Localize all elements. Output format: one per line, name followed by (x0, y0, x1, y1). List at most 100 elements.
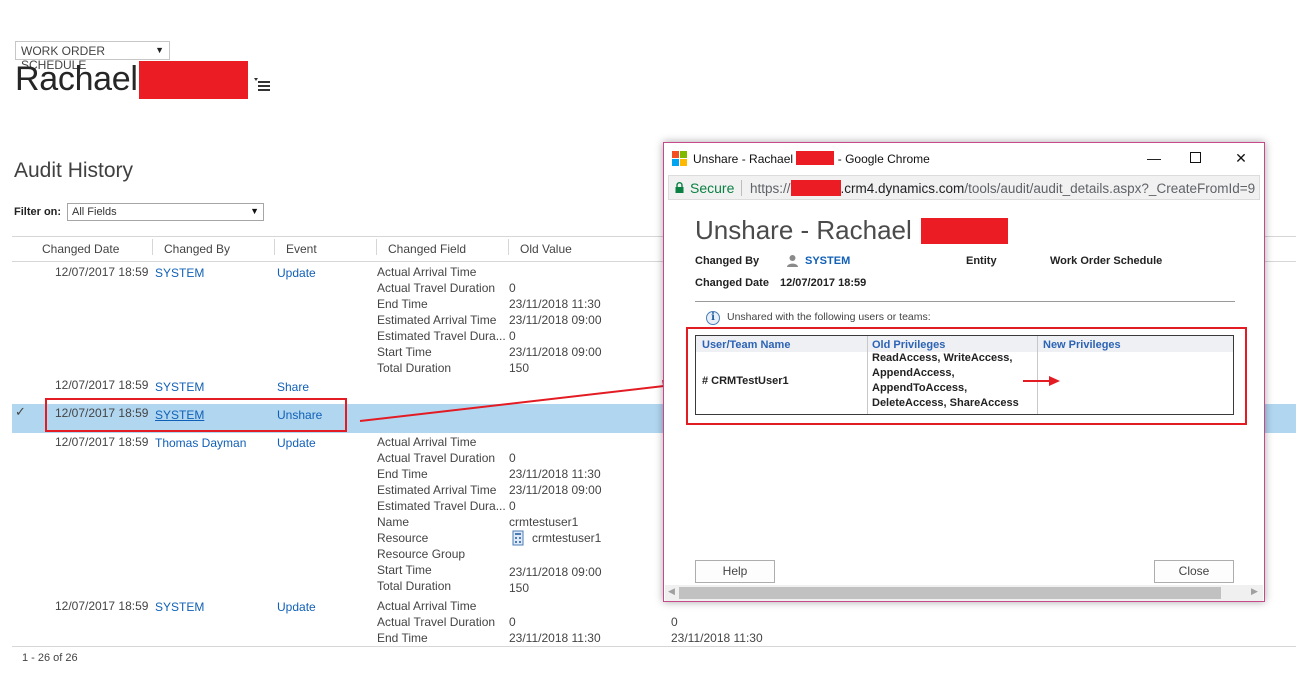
changed-date-label: Changed Date (695, 277, 769, 289)
column-separator (152, 239, 153, 255)
dialog-title: Unshare - Rachael (695, 215, 1009, 246)
row-event[interactable]: Share (277, 380, 309, 394)
info-text: Unshared with the following users or tea… (727, 311, 931, 323)
row-old-value: 23/11/2018 09:00 (509, 483, 602, 497)
row-date: 12/07/2017 18:59 (55, 599, 149, 613)
row-date: 12/07/2017 18:59 (55, 378, 149, 392)
url-scheme: https:// (750, 181, 791, 196)
row-event[interactable]: Update (277, 600, 316, 614)
row-field: Start Time (377, 563, 432, 577)
windows-logo-icon (672, 151, 687, 166)
row-field: End Time (377, 631, 428, 645)
url-path: /tools/audit/audit_details.aspx?_CreateF… (964, 181, 1256, 196)
filter-select[interactable]: All Fields ▼ (67, 203, 264, 221)
chevron-down-icon: ▼ (155, 45, 164, 55)
row-field: Actual Travel Duration (377, 451, 496, 465)
minimize-icon[interactable]: — (1144, 148, 1164, 168)
row-old-value: crmtestuser1 (532, 531, 602, 545)
audit-history-title: Audit History (14, 159, 134, 182)
scroll-right-icon[interactable]: ▶ (1251, 586, 1258, 597)
dialog-title-text: Unshare - Rachael (695, 215, 912, 245)
row-date: 12/07/2017 18:59 (55, 265, 149, 279)
redaction-block (790, 180, 841, 196)
close-button[interactable]: Close (1154, 560, 1234, 583)
url-text[interactable]: https:// .crm4.dynamics.com/tools/audit/a… (750, 180, 1260, 196)
row-field: Total Duration (377, 361, 452, 375)
address-separator (741, 180, 742, 196)
row-changed-by[interactable]: Thomas Dayman (155, 436, 246, 450)
row-field: Actual Arrival Time (377, 599, 477, 613)
record-name-text: Rachael (15, 60, 138, 98)
entity-value: Work Order Schedule (1050, 255, 1163, 267)
redaction-block (921, 218, 1009, 244)
row-field: Total Duration (377, 579, 452, 593)
redaction-block (139, 61, 248, 99)
changed-by-link[interactable]: SYSTEM (805, 255, 850, 267)
window-title-suffix: - Google Chrome (837, 152, 930, 166)
maximize-icon[interactable] (1185, 148, 1205, 168)
address-bar[interactable]: Secure https:// .crm4.dynamics.com/tools/… (668, 175, 1260, 200)
record-title: Rachael (15, 60, 138, 99)
paging-status: 1 - 26 of 26 (22, 652, 78, 664)
help-button[interactable]: Help (695, 560, 775, 583)
column-header-changed-by[interactable]: Changed By (164, 242, 230, 256)
row-field: Actual Arrival Time (377, 265, 477, 279)
row-event[interactable]: Update (277, 266, 316, 280)
record-menu-icon[interactable] (254, 78, 272, 92)
row-old-value: 0 (509, 329, 516, 343)
filter-label: Filter on: (14, 206, 62, 218)
row-old-value: 23/11/2018 11:30 (509, 631, 601, 645)
scroll-thumb[interactable] (679, 587, 1221, 599)
window-titlebar[interactable]: Unshare - Rachael - Google Chrome — ✕ (664, 143, 1264, 173)
column-header-event[interactable]: Event (286, 242, 317, 256)
row-field: Estimated Arrival Time (377, 483, 497, 497)
highlight-callout-box (686, 327, 1247, 425)
row-field: End Time (377, 297, 428, 311)
column-header-changed-field[interactable]: Changed Field (388, 242, 466, 256)
row-old-value: 23/11/2018 11:30 (509, 297, 601, 311)
row-old-value: 150 (509, 581, 530, 595)
close-icon[interactable]: ✕ (1231, 148, 1251, 168)
row-old-value: 23/11/2018 09:00 (509, 313, 602, 327)
user-icon (787, 255, 798, 267)
row-old-value: 0 (509, 615, 516, 629)
row-field: Actual Travel Duration (377, 615, 496, 629)
chevron-down-icon: ▼ (250, 206, 259, 216)
column-separator (376, 239, 377, 255)
dialog-divider (695, 301, 1235, 302)
row-changed-by[interactable]: SYSTEM (155, 266, 204, 280)
unshare-popup-window: Unshare - Rachael - Google Chrome — ✕ Se… (663, 142, 1265, 602)
row-field: Resource Group (377, 547, 466, 561)
filter-select-value: All Fields (72, 206, 117, 218)
row-field: Estimated Travel Dura... (377, 329, 506, 343)
row-new-value: 0 (671, 615, 678, 629)
column-header-old-value[interactable]: Old Value (520, 242, 572, 256)
row-changed-by[interactable]: SYSTEM (155, 600, 204, 614)
row-old-value: 23/11/2018 11:30 (509, 467, 601, 481)
annotation-arrow (1023, 376, 1060, 386)
changed-by-label: Changed By (695, 255, 760, 267)
row-old-value: 23/11/2018 09:00 (509, 565, 602, 579)
redaction-block (796, 151, 835, 165)
column-separator (274, 239, 275, 255)
row-old-value: 23/11/2018 09:00 (509, 345, 602, 359)
row-field: Start Time (377, 345, 432, 359)
column-header-changed-date[interactable]: Changed Date (42, 242, 119, 256)
row-field: End Time (377, 467, 428, 481)
row-old-value: 0 (509, 451, 516, 465)
window-title-prefix: Unshare - Rachael (693, 152, 794, 166)
row-old-value: 150 (509, 361, 530, 375)
checkmark-icon[interactable]: ✓ (15, 404, 26, 420)
horizontal-scrollbar[interactable]: ◀ ▶ (665, 585, 1263, 601)
row-old-value: 0 (509, 499, 516, 513)
highlight-callout-box (45, 398, 347, 432)
info-icon: i (706, 311, 720, 325)
row-event[interactable]: Update (277, 436, 316, 450)
changed-date-value: 12/07/2017 18:59 (780, 277, 867, 289)
resource-record-icon (512, 530, 524, 546)
entity-selector[interactable]: WORK ORDER SCHEDULE ▼ (15, 41, 170, 72)
column-separator (508, 239, 509, 255)
scroll-left-icon[interactable]: ◀ (668, 586, 675, 597)
row-field: Estimated Arrival Time (377, 313, 497, 327)
row-changed-by[interactable]: SYSTEM (155, 380, 204, 394)
